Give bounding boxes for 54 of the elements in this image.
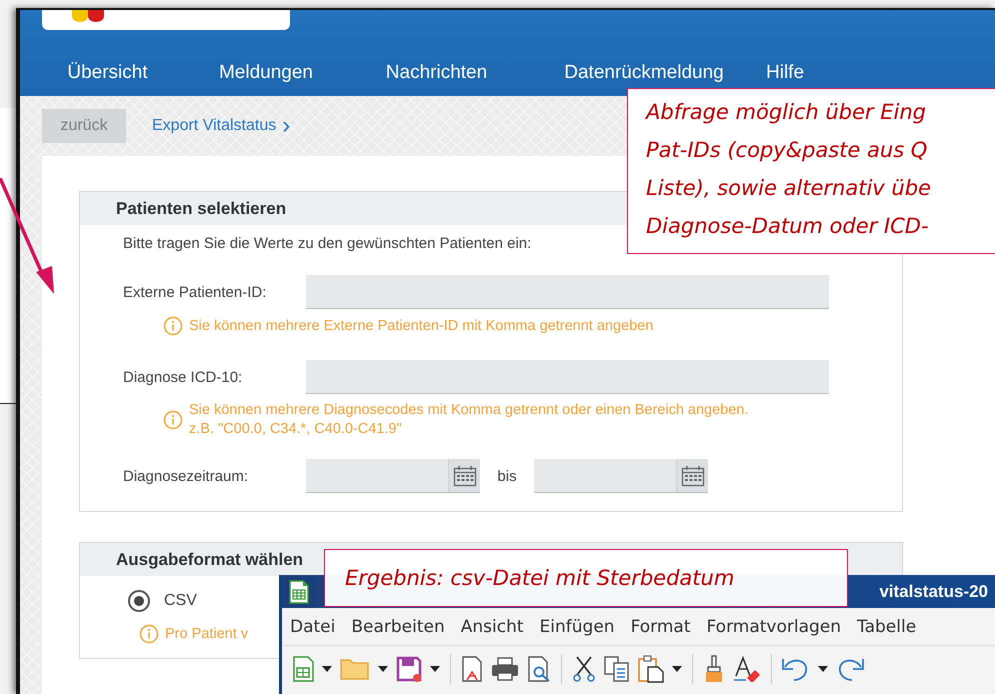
- hint-text: Pro Patient v: [165, 624, 248, 644]
- window-title: vitalstatus-20: [879, 582, 988, 602]
- copy-icon[interactable]: [604, 656, 630, 682]
- caret-icon[interactable]: [430, 666, 440, 672]
- input-field[interactable]: [306, 360, 829, 394]
- hint-text: Sie können mehrere Externe Patienten-ID mit Komma getrennt angeben: [189, 316, 654, 336]
- coat-of-arms-icon: [70, 10, 106, 22]
- paste-icon[interactable]: [638, 655, 664, 683]
- nav-item[interactable]: Übersicht: [34, 62, 181, 84]
- printer-icon[interactable]: [491, 657, 519, 681]
- nav-item[interactable]: Nachrichten: [351, 62, 522, 84]
- spreadsheet-icon: [288, 580, 310, 604]
- info-icon: [139, 624, 159, 644]
- calendar-icon: [452, 464, 476, 486]
- field-label: Diagnosezeitraum:: [123, 468, 250, 484]
- info-icon: [163, 410, 183, 430]
- menu-item[interactable]: Format: [630, 616, 698, 636]
- radio-label: CSV: [164, 592, 197, 610]
- annotation-text: Abfrage möglich über Eing: [646, 99, 927, 126]
- nav-item[interactable]: Meldungen: [181, 62, 351, 84]
- range-separator: bis: [496, 468, 518, 484]
- instruction-text: Bitte tragen Sie die Werte zu den gewünschten Patienten ein:: [123, 235, 532, 254]
- menu-item[interactable]: Formatvorlagen: [706, 616, 850, 636]
- menu-item[interactable]: Tabelle: [857, 616, 924, 636]
- annotation-text: Pat-IDs (copy&paste aus Q: [646, 137, 928, 164]
- scissors-icon[interactable]: [572, 656, 596, 682]
- new-spreadsheet-icon[interactable]: [292, 656, 314, 682]
- caret-icon[interactable]: [322, 666, 332, 672]
- date-field[interactable]: [306, 459, 480, 493]
- hint-text: Sie können mehrere Diagnosecodes mit Komma getrennt oder einen Bereich angeben. z.B. "C00.0, C34.*, C40.0-C41.9": [189, 401, 748, 439]
- arrow-icon: [0, 178, 56, 296]
- print-preview-icon[interactable]: [527, 656, 551, 682]
- undo-icon[interactable]: [782, 657, 810, 681]
- radio-button[interactable]: [128, 590, 150, 612]
- input-field[interactable]: [306, 275, 829, 309]
- calendar-icon: [680, 464, 704, 486]
- pdf-document-icon[interactable]: [461, 656, 483, 682]
- clear-formatting-icon[interactable]: [733, 656, 761, 682]
- nav-item[interactable]: Datenrückmeldung: [522, 62, 766, 84]
- menu-item[interactable]: Bearbeiten: [351, 616, 453, 636]
- caret-icon[interactable]: [818, 666, 828, 672]
- menu-item[interactable]: Datei: [290, 616, 344, 636]
- nav-item[interactable]: Hilfe: [766, 62, 804, 84]
- caret-icon[interactable]: [378, 666, 388, 672]
- menu-item[interactable]: Ansicht: [460, 616, 532, 636]
- field-label: Diagnose ICD-10:: [123, 368, 244, 386]
- date-field[interactable]: [534, 459, 708, 493]
- breadcrumb-link[interactable]: Export Vitalstatus ›: [152, 117, 290, 135]
- field-label: Externe Patienten-ID:: [123, 284, 268, 300]
- paintbrush-icon[interactable]: [703, 655, 725, 683]
- redo-icon[interactable]: [836, 657, 864, 681]
- caret-icon[interactable]: [672, 666, 682, 672]
- menu-item[interactable]: Einfügen: [540, 616, 623, 636]
- info-icon: [163, 316, 183, 336]
